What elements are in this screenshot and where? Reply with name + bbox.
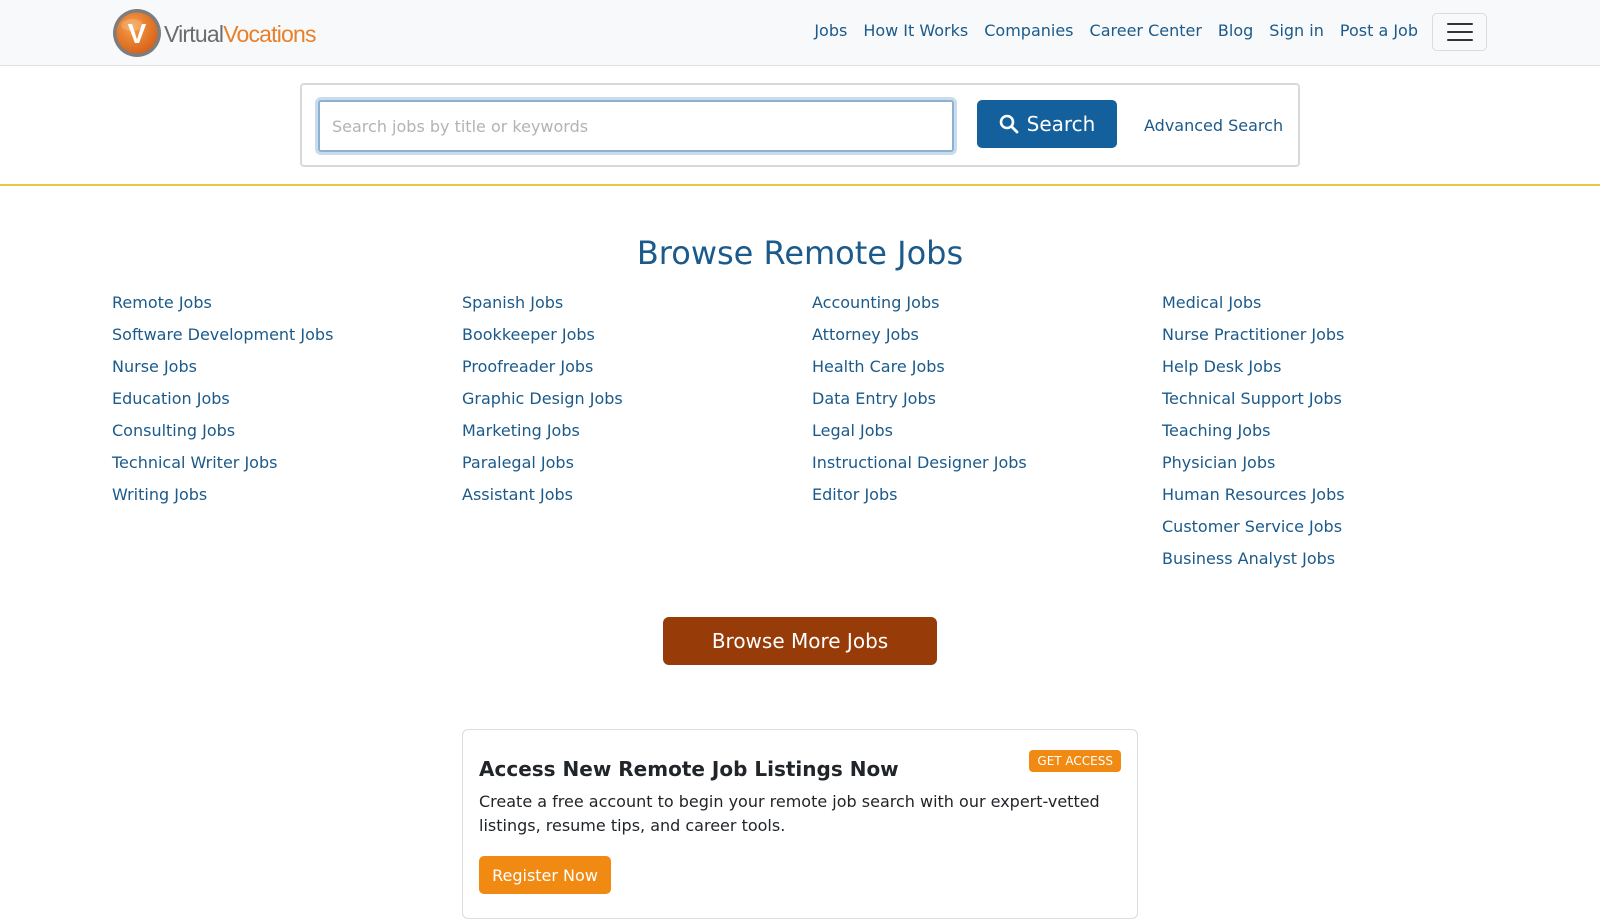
category-link[interactable]: Accounting Jobs	[812, 292, 1152, 314]
category-link[interactable]: Data Entry Jobs	[812, 388, 1152, 410]
search-button[interactable]: Search	[977, 100, 1117, 148]
category-column-4: Medical Jobs Nurse Practitioner Jobs Help …	[1162, 292, 1502, 580]
search-icon	[999, 114, 1019, 134]
nav-sign-in[interactable]: Sign in	[1261, 20, 1332, 42]
category-link[interactable]: Spanish Jobs	[462, 292, 802, 314]
job-categories: Remote Jobs Software Development Jobs Nurs…	[112, 292, 1512, 592]
get-access-badge[interactable]: GET ACCESS	[1029, 750, 1121, 772]
category-link[interactable]: Paralegal Jobs	[462, 452, 802, 474]
category-link[interactable]: Bookkeeper Jobs	[462, 324, 802, 346]
category-link[interactable]: Consulting Jobs	[112, 420, 452, 442]
nav-blog[interactable]: Blog	[1210, 20, 1261, 42]
category-link[interactable]: Instructional Designer Jobs	[812, 452, 1152, 474]
nav-companies[interactable]: Companies	[976, 20, 1081, 42]
category-link[interactable]: Attorney Jobs	[812, 324, 1152, 346]
search-section: Search Advanced Search	[0, 66, 1600, 186]
category-link[interactable]: Graphic Design Jobs	[462, 388, 802, 410]
browse-title: Browse Remote Jobs	[636, 234, 964, 272]
category-column-1: Remote Jobs Software Development Jobs Nurs…	[112, 292, 452, 516]
category-link[interactable]: Editor Jobs	[812, 484, 1152, 506]
category-link[interactable]: Marketing Jobs	[462, 420, 802, 442]
category-link[interactable]: Technical Writer Jobs	[112, 452, 452, 474]
category-link[interactable]: Nurse Practitioner Jobs	[1162, 324, 1502, 346]
category-link[interactable]: Remote Jobs	[112, 292, 452, 314]
category-link[interactable]: Education Jobs	[112, 388, 452, 410]
search-button-label: Search	[1026, 112, 1096, 136]
category-link[interactable]: Teaching Jobs	[1162, 420, 1502, 442]
category-link[interactable]: Technical Support Jobs	[1162, 388, 1502, 410]
logo-v-icon: V	[113, 9, 161, 57]
promo-title: Access New Remote Job Listings Now	[479, 757, 899, 781]
site-logo[interactable]: V VirtualVocations	[112, 8, 317, 58]
nav-jobs[interactable]: Jobs	[806, 20, 855, 42]
promo-text: Create a free account to begin your remo…	[479, 792, 1100, 835]
browse-more-jobs-button[interactable]: Browse More Jobs	[663, 617, 937, 665]
category-link[interactable]: Assistant Jobs	[462, 484, 802, 506]
category-column-2: Spanish Jobs Bookkeeper Jobs Proofreader J…	[462, 292, 802, 516]
category-link[interactable]: Medical Jobs	[1162, 292, 1502, 314]
category-link[interactable]: Software Development Jobs	[112, 324, 452, 346]
category-column-3: Accounting Jobs Attorney Jobs Health Care …	[812, 292, 1152, 516]
nav-how-it-works[interactable]: How It Works	[855, 20, 976, 42]
svg-text:V: V	[128, 18, 147, 49]
logo-wordmark: VirtualVocations	[164, 20, 317, 47]
menu-toggle-button[interactable]	[1432, 13, 1487, 51]
advanced-search-link[interactable]: Advanced Search	[1144, 115, 1283, 137]
category-link[interactable]: Nurse Jobs	[112, 356, 452, 378]
category-link[interactable]: Physician Jobs	[1162, 452, 1502, 474]
promo-card: Access New Remote Job Listings Now GET A…	[462, 729, 1138, 919]
category-link[interactable]: Human Resources Jobs	[1162, 484, 1502, 506]
category-link[interactable]: Legal Jobs	[812, 420, 1152, 442]
hamburger-icon	[1446, 23, 1473, 25]
nav-career-center[interactable]: Career Center	[1082, 20, 1210, 42]
category-link[interactable]: Health Care Jobs	[812, 356, 1152, 378]
category-link[interactable]: Proofreader Jobs	[462, 356, 802, 378]
category-link[interactable]: Customer Service Jobs	[1162, 516, 1502, 538]
category-link[interactable]: Business Analyst Jobs	[1162, 548, 1502, 570]
top-navbar: V VirtualVocations Jobs How It Works Com…	[0, 0, 1600, 66]
nav-post-a-job[interactable]: Post a Job	[1332, 20, 1426, 42]
search-input[interactable]	[318, 100, 954, 152]
category-link[interactable]: Writing Jobs	[112, 484, 452, 506]
search-form: Search Advanced Search	[300, 83, 1300, 167]
main-nav: Jobs How It Works Companies Career Cente…	[806, 20, 1426, 42]
category-link[interactable]: Help Desk Jobs	[1162, 356, 1502, 378]
register-now-button[interactable]: Register Now	[479, 856, 611, 894]
